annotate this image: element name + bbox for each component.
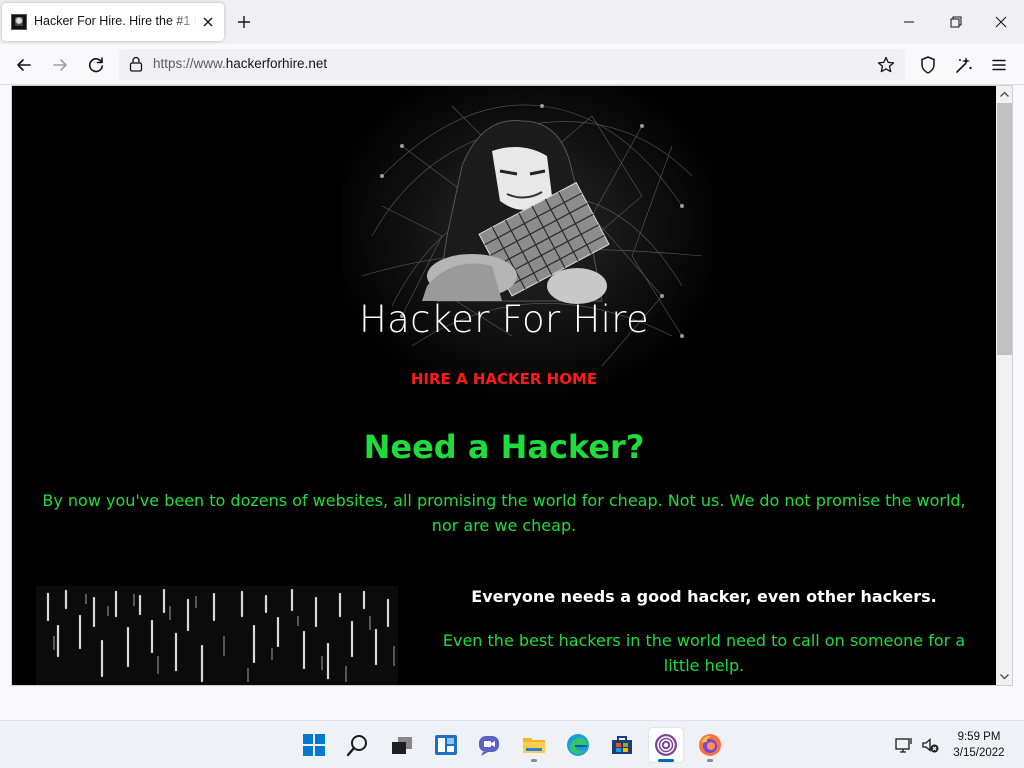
lock-icon[interactable] — [127, 55, 145, 73]
new-tab-icon[interactable] — [234, 12, 254, 32]
tor-browser-icon — [655, 734, 677, 756]
hamburger-menu-icon[interactable] — [986, 52, 1012, 78]
firefox-icon — [699, 734, 721, 756]
start-button[interactable] — [297, 728, 331, 762]
tab-title: Hacker For Hire. Hire the #1 Hire — [34, 14, 197, 28]
intro-paragraph: By now you've been to dozens of websites… — [42, 491, 966, 535]
browser-bottom-margin — [0, 686, 1024, 720]
tor-browser-button[interactable] — [649, 728, 683, 762]
file-explorer-icon — [523, 738, 545, 753]
edge-icon — [567, 734, 589, 756]
section-text: Even the best hackers in the world need … — [442, 631, 966, 675]
network-icon[interactable] — [894, 735, 914, 755]
page-viewport: Hacker For Hire HIRE A HACKER HOME Need … — [11, 85, 1013, 686]
clock-date: 3/15/2022 — [953, 747, 1005, 759]
forward-arrow-icon[interactable] — [47, 52, 73, 78]
firefox-button[interactable] — [693, 728, 727, 762]
nav-link-home[interactable]: HIRE A HACKER HOME — [12, 370, 996, 388]
clock-time: 9:59 PM — [957, 731, 1001, 743]
digital-rain-image — [36, 586, 398, 685]
url-domain: hackerforhire.net — [225, 56, 328, 71]
section-heading: Everyone needs a good hacker, even other… — [471, 587, 937, 606]
extensions-sparkle-icon[interactable] — [950, 52, 976, 78]
store-icon — [612, 736, 632, 754]
address-bar[interactable]: https://www.hackerforhire.net — [119, 49, 905, 80]
hooded-hacker-hero-image — [342, 86, 712, 406]
close-tab-icon[interactable] — [201, 15, 215, 29]
scrollbar-thumb[interactable] — [997, 103, 1012, 355]
hacker-favicon-icon — [11, 14, 27, 30]
start-icon — [303, 734, 325, 756]
widgets-icon — [435, 735, 457, 755]
page-scrollbar[interactable] — [996, 86, 1013, 685]
widgets-button[interactable] — [429, 728, 463, 762]
scroll-down-arrow-icon[interactable] — [996, 668, 1013, 685]
headline: Need a Hacker? — [363, 428, 645, 466]
web-page: Hacker For Hire HIRE A HACKER HOME Need … — [12, 86, 996, 685]
close-window-button[interactable] — [978, 0, 1024, 44]
shield-icon[interactable] — [915, 52, 941, 78]
running-indicator — [707, 759, 713, 762]
taskbar — [0, 720, 1024, 768]
site-title: Hacker For Hire — [358, 298, 650, 341]
close-icon — [995, 16, 1007, 28]
restore-button[interactable] — [932, 0, 978, 44]
tab-strip: Hacker For Hire. Hire the #1 Hire — [0, 0, 1024, 44]
search-icon — [346, 735, 367, 757]
running-indicator — [531, 759, 537, 762]
reload-icon[interactable] — [83, 52, 109, 78]
store-button[interactable] — [605, 728, 639, 762]
scroll-up-arrow-icon[interactable] — [996, 86, 1013, 103]
url-scheme: https://www. — [153, 56, 226, 71]
chat-button[interactable] — [473, 728, 507, 762]
chat-icon — [479, 736, 499, 756]
volume-muted-icon[interactable] — [920, 735, 940, 755]
active-indicator — [658, 759, 674, 762]
restore-icon — [950, 16, 962, 28]
edge-button[interactable] — [561, 728, 595, 762]
browser-tab[interactable]: Hacker For Hire. Hire the #1 Hire — [2, 3, 224, 41]
file-explorer-button[interactable] — [517, 728, 551, 762]
minimize-icon — [904, 21, 914, 23]
minimize-button[interactable] — [886, 0, 932, 44]
task-view-button[interactable] — [385, 728, 419, 762]
bookmark-star-icon[interactable] — [876, 55, 896, 75]
task-view-icon — [392, 737, 412, 754]
system-clock[interactable]: 9:59 PM 3/15/2022 — [948, 729, 1010, 761]
back-arrow-icon[interactable] — [11, 52, 37, 78]
navigation-toolbar: https://www.hackerforhire.net — [0, 44, 1024, 85]
search-button[interactable] — [341, 728, 375, 762]
url-text[interactable]: https://www.hackerforhire.net — [153, 56, 327, 71]
